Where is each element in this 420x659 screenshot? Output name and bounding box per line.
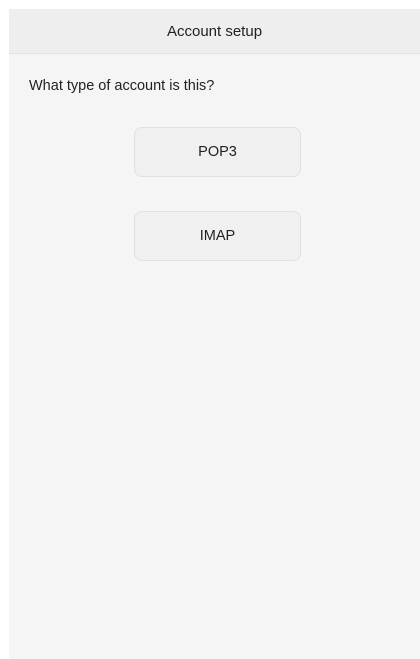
imap-button[interactable]: IMAP (134, 211, 301, 261)
page-title: Account setup (166, 22, 263, 40)
title-bar: Account setup (9, 9, 420, 54)
account-setup-screen: Account setup What type of account is th… (9, 9, 420, 659)
account-type-question: What type of account is this? (29, 78, 215, 94)
pop3-button[interactable]: POP3 (134, 127, 301, 177)
